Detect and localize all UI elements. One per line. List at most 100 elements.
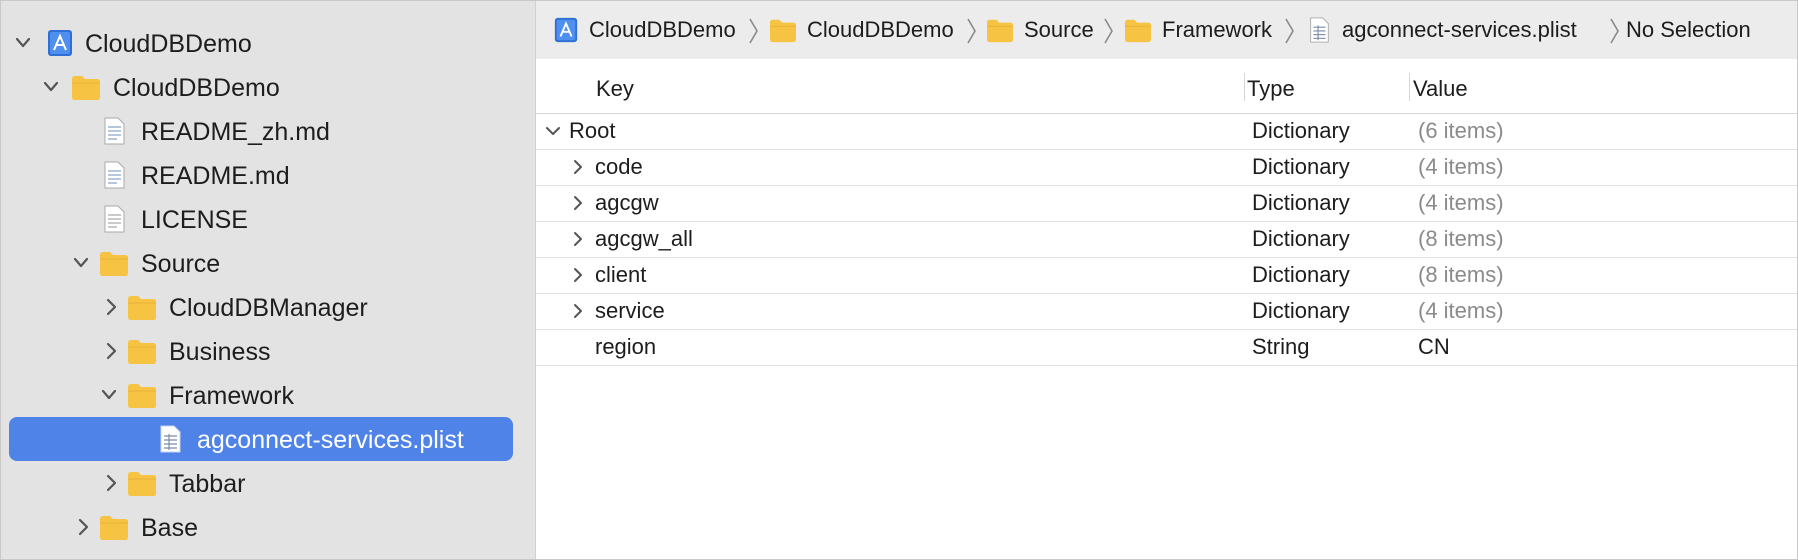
plist-table-header: Key Type Value	[536, 59, 1797, 114]
tree-row-folder-source[interactable]: Source	[1, 241, 535, 285]
tree-row-file[interactable]: README.md	[1, 153, 535, 197]
file-name: README.md	[141, 162, 290, 190]
plist-value: (8 items)	[1418, 262, 1504, 287]
chevron-right-icon[interactable]	[103, 341, 119, 361]
plist-type[interactable]: Dictionary	[1252, 227, 1350, 251]
breadcrumb-label: CloudDBDemo	[589, 17, 736, 42]
plist-value: (8 items)	[1418, 226, 1504, 251]
tree-row-folder-business[interactable]: Business	[1, 329, 535, 373]
tree-row-folder-base[interactable]: Base	[1, 505, 535, 549]
group-name: CloudDBDemo	[113, 74, 280, 102]
plist-value: (4 items)	[1418, 154, 1504, 179]
folder-icon	[770, 19, 796, 43]
folder-icon	[1125, 19, 1151, 43]
column-header-key[interactable]: Key	[596, 76, 634, 102]
chevron-right-icon[interactable]	[571, 194, 585, 212]
breadcrumb-file[interactable]: agconnect-services.plist	[1305, 15, 1605, 45]
folder-name: Base	[141, 514, 198, 542]
folder-name: Tabbar	[169, 470, 246, 498]
plist-value[interactable]: CN	[1418, 335, 1450, 359]
breadcrumb-group[interactable]: CloudDBDemo	[769, 15, 959, 45]
chevron-down-icon[interactable]	[73, 253, 89, 273]
folder-icon	[100, 516, 128, 540]
breadcrumb-separator-icon	[749, 18, 758, 44]
chevron-right-icon[interactable]	[103, 473, 119, 493]
chevron-down-icon[interactable]	[544, 122, 562, 140]
plist-type[interactable]: String	[1252, 335, 1309, 359]
plist-type[interactable]: Dictionary	[1252, 155, 1350, 179]
tree-row-file[interactable]: LICENSE	[1, 197, 535, 241]
file-name: README_zh.md	[141, 118, 330, 146]
folder-icon	[128, 384, 156, 408]
plist-key: Root	[569, 118, 616, 143]
tree-row-group[interactable]: CloudDBDemo	[1, 65, 535, 109]
chevron-right-icon[interactable]	[571, 266, 585, 284]
folder-icon	[128, 472, 156, 496]
chevron-right-icon[interactable]	[571, 230, 585, 248]
plist-key: agcgw_all	[595, 226, 693, 251]
plist-key: service	[595, 298, 665, 323]
plist-type[interactable]: Dictionary	[1252, 191, 1350, 215]
tree-row-folder-clouddbmanager[interactable]: CloudDBManager	[1, 285, 535, 329]
breadcrumb-project[interactable]: CloudDBDemo	[552, 15, 736, 45]
column-header-value[interactable]: Value	[1413, 76, 1468, 102]
folder-icon	[100, 252, 128, 276]
chevron-down-icon[interactable]	[15, 33, 31, 53]
breadcrumb-label: Source	[1024, 17, 1094, 42]
column-divider[interactable]	[1409, 73, 1410, 101]
breadcrumb-separator-icon	[1610, 18, 1619, 44]
breadcrumb-framework[interactable]: Framework	[1124, 15, 1274, 45]
plist-key: client	[595, 262, 647, 287]
plist-row-root[interactable]: Root Dictionary (6 items)	[536, 113, 1797, 150]
folder-icon	[72, 76, 100, 100]
folder-name: Framework	[169, 382, 295, 410]
tree-row-file[interactable]: README_zh.md	[1, 109, 535, 153]
plist-row[interactable]: client Dictionary (8 items)	[536, 257, 1797, 294]
plist-value: (4 items)	[1418, 298, 1504, 323]
chevron-right-icon[interactable]	[103, 297, 119, 317]
plist-row[interactable]: agcgw_all Dictionary (8 items)	[536, 221, 1797, 258]
project-name: CloudDBDemo	[85, 30, 252, 58]
xcode-project-icon	[554, 17, 578, 43]
folder-name: Source	[141, 250, 221, 278]
breadcrumb-separator-icon	[1285, 18, 1294, 44]
file-name: agconnect-services.plist	[197, 426, 464, 454]
plist-row[interactable]: agcgw Dictionary (4 items)	[536, 185, 1797, 222]
chevron-right-icon[interactable]	[571, 158, 585, 176]
plist-type[interactable]: Dictionary	[1252, 119, 1350, 143]
jump-bar: CloudDBDemo CloudDBDemo Source Framework…	[536, 1, 1797, 60]
plist-key: code	[595, 154, 643, 179]
breadcrumb-label: CloudDBDemo	[807, 17, 954, 42]
chevron-down-icon[interactable]	[43, 77, 59, 97]
breadcrumb-label: No Selection	[1626, 17, 1751, 42]
plist-value: (4 items)	[1418, 190, 1504, 215]
breadcrumb-label: Framework	[1162, 17, 1273, 42]
folder-name: Business	[169, 338, 271, 366]
plist-row[interactable]: service Dictionary (4 items)	[536, 293, 1797, 330]
column-header-type[interactable]: Type	[1247, 76, 1295, 102]
folder-icon	[128, 340, 156, 364]
plist-key: region	[595, 334, 657, 359]
plist-row[interactable]: code Dictionary (4 items)	[536, 149, 1797, 186]
plist-row[interactable]: region String CN	[536, 329, 1797, 366]
chevron-down-icon[interactable]	[101, 385, 117, 405]
plist-type[interactable]: Dictionary	[1252, 263, 1350, 287]
tree-row-folder-framework[interactable]: Framework	[1, 373, 535, 417]
tree-row-folder-tabbar[interactable]: Tabbar	[1, 461, 535, 505]
chevron-right-icon[interactable]	[75, 517, 91, 537]
column-divider[interactable]	[1244, 73, 1245, 101]
breadcrumb-source[interactable]: Source	[986, 15, 1106, 45]
document-icon	[104, 117, 125, 145]
tree-row-selected-file[interactable]: agconnect-services.plist	[1, 417, 535, 461]
breadcrumb-selection[interactable]: No Selection	[1626, 15, 1796, 45]
plist-type[interactable]: Dictionary	[1252, 299, 1350, 323]
tree-row-project[interactable]: CloudDBDemo	[1, 21, 535, 65]
xcode-project-icon	[48, 30, 72, 56]
folder-name: CloudDBManager	[169, 294, 368, 322]
chevron-right-icon[interactable]	[571, 302, 585, 320]
folder-icon	[128, 296, 156, 320]
breadcrumb-label: agconnect-services.plist	[1342, 17, 1577, 42]
plist-value: (6 items)	[1418, 118, 1504, 143]
folder-icon	[987, 19, 1013, 43]
breadcrumb-separator-icon	[967, 18, 976, 44]
